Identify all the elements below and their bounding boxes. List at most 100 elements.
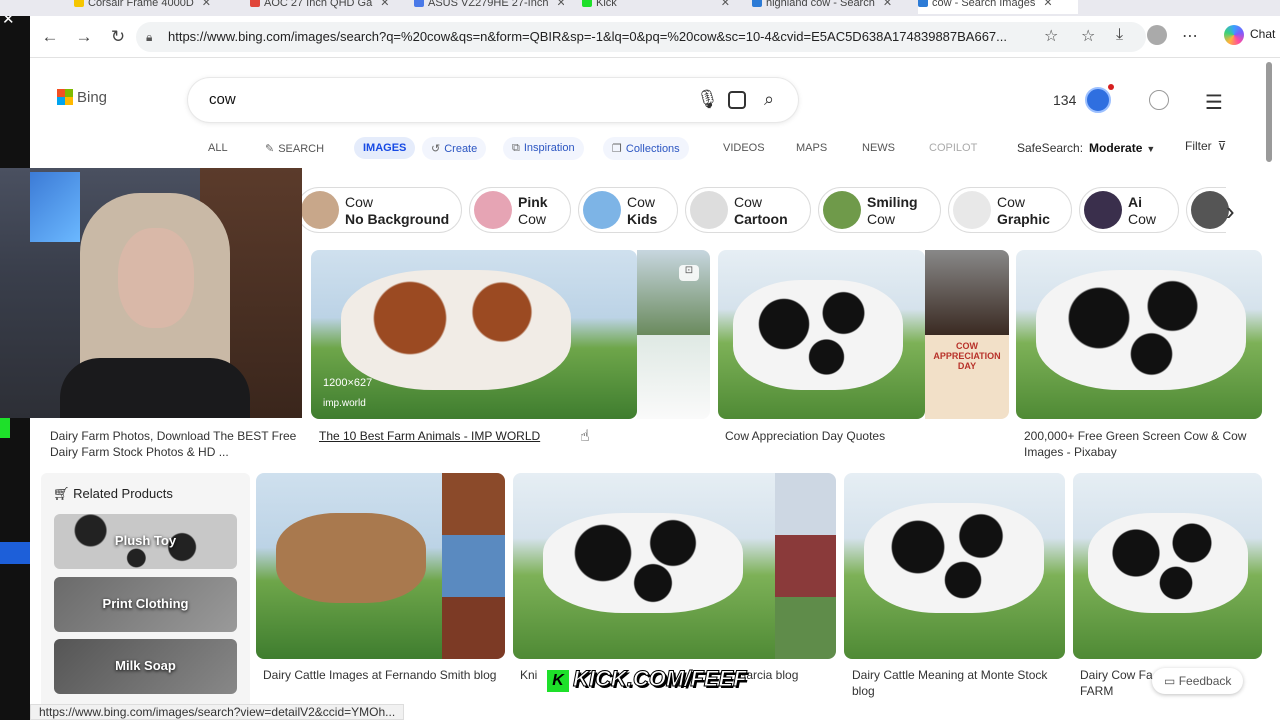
account-icon[interactable]: [1149, 90, 1169, 110]
chip-line2: Kids: [627, 211, 658, 227]
result-thumb-herd[interactable]: [442, 597, 505, 659]
rewards-points[interactable]: 134: [1053, 92, 1076, 108]
tab-close-icon[interactable]: ✕: [721, 0, 730, 9]
menu-icon[interactable]: ☰: [1205, 90, 1223, 115]
forward-icon[interactable]: →: [73, 26, 95, 48]
result-caption[interactable]: Cow Appreciation Day Quotes: [725, 428, 985, 444]
chevron-right-icon[interactable]: ›: [1226, 196, 1235, 227]
result-caption[interactable]: Dairy Cow Fa: [1080, 667, 1153, 683]
filter-label: Filter: [1185, 139, 1212, 153]
result-thumb-show-cow[interactable]: [775, 473, 836, 535]
scope-inspiration[interactable]: ⧉ Inspiration: [503, 137, 584, 160]
result-caption[interactable]: 200,000+ Free Green Screen Cow & Cow Ima…: [1024, 428, 1260, 460]
result-thumb-cow-face[interactable]: [925, 250, 1009, 335]
result-thumb-appreciation-day[interactable]: COW APPRECIATION DAY: [925, 335, 1009, 419]
scope-all[interactable]: ALL: [208, 142, 228, 154]
scope-maps[interactable]: MAPS: [796, 142, 827, 154]
result-caption[interactable]: Dairy Cattle Meaning at Monte Stock blog: [852, 667, 1062, 699]
chip-pink-cow[interactable]: Pink Cow: [469, 187, 571, 233]
tab-close-icon[interactable]: ✕: [883, 0, 892, 9]
result-caption[interactable]: The 10 Best Farm Animals - IMP WORLD: [319, 428, 579, 444]
result-thumb-chickens[interactable]: [637, 335, 710, 419]
product-print-clothing[interactable]: Print Clothing: [54, 577, 237, 632]
filter-button[interactable]: Filter ⊽: [1185, 139, 1226, 153]
search-sparkle-icon: ✎: [265, 143, 275, 155]
more-icon[interactable]: ⋯: [1182, 26, 1198, 46]
url-input[interactable]: 🔒︎ https://www.bing.com/images/search?q=…: [136, 22, 1146, 52]
result-thumb-brown-cow[interactable]: [442, 473, 505, 535]
profile-icon[interactable]: [1147, 25, 1167, 45]
favorite-star-icon[interactable]: ☆: [1044, 26, 1058, 46]
refresh-icon[interactable]: ↻: [107, 26, 129, 48]
search-box[interactable]: cow 🎙︎ ⌕: [188, 78, 798, 122]
result-thumb-red-cow[interactable]: [775, 535, 836, 597]
result-thumb-field-cow[interactable]: [775, 597, 836, 659]
tab-item[interactable]: Corsair Frame 4000D ✕: [74, 0, 234, 14]
scope-copilot[interactable]: COPILOT: [929, 142, 977, 154]
scope-images[interactable]: IMAGES: [354, 137, 416, 159]
result-caption[interactable]: FARM: [1080, 683, 1113, 699]
search-icon[interactable]: ⌕: [764, 89, 774, 110]
back-icon[interactable]: ←: [39, 26, 61, 48]
product-milk-soap[interactable]: Milk Soap: [54, 639, 237, 694]
result-image-green-screen-cow[interactable]: [1016, 250, 1262, 419]
filter-icon: ⊽: [1217, 139, 1227, 153]
rewards-icon[interactable]: [1085, 87, 1111, 113]
visual-search-icon[interactable]: [728, 91, 746, 109]
tab-item[interactable]: ASUS VZ279HE 27-Inch ✕: [414, 0, 564, 14]
scrollbar[interactable]: [1266, 62, 1272, 162]
feedback-label: Feedback: [1178, 674, 1232, 688]
cow-shape: [864, 503, 1044, 613]
result-image-farm-animals[interactable]: [311, 250, 637, 419]
tab-item[interactable]: AOC 27 Inch QHD Ga ✕: [250, 0, 400, 14]
result-image-holstein[interactable]: [513, 473, 775, 659]
result-caption[interactable]: Dairy Cattle Images at Fernando Smith bl…: [263, 667, 503, 683]
chip-cow-cartoon[interactable]: Cow Cartoon: [685, 187, 811, 233]
chip-cow-kids[interactable]: Cow Kids: [578, 187, 678, 233]
tab-close-icon[interactable]: ✕: [380, 0, 389, 9]
safesearch-dropdown[interactable]: SafeSearch: Moderate ▼: [1017, 141, 1155, 155]
scope-videos[interactable]: VIDEOS: [723, 142, 765, 154]
visual-search-icon[interactable]: ⊡: [679, 265, 699, 281]
feedback-button[interactable]: ▭ Feedback: [1152, 668, 1244, 694]
chip-line2: Cow: [1128, 211, 1157, 227]
tab-close-icon[interactable]: ✕: [556, 0, 564, 9]
result-caption[interactable]: Kni: [520, 667, 537, 683]
chat-button[interactable]: Chat: [1224, 25, 1275, 45]
chip-line1: Cow: [345, 194, 374, 210]
scope-create[interactable]: ↺ Create: [422, 137, 487, 160]
microphone-icon[interactable]: 🎙︎: [696, 89, 719, 110]
image-source[interactable]: imp.world: [323, 398, 366, 409]
scope-news[interactable]: NEWS: [862, 142, 895, 154]
downloads-icon[interactable]: ⤓: [1116, 26, 1123, 44]
webcam-overlay: [0, 168, 302, 418]
scope-search[interactable]: ✎ SEARCH: [265, 142, 324, 155]
scope-collections[interactable]: ❐ Collections: [603, 137, 689, 160]
tab-label: highland cow - Search: [766, 0, 875, 9]
result-image-dairy-cattle[interactable]: [256, 473, 442, 659]
chip-ai-cow[interactable]: Ai Cow: [1079, 187, 1179, 233]
lock-icon[interactable]: 🔒︎: [146, 30, 160, 44]
result-thumb-sheep[interactable]: [637, 250, 710, 335]
chip-partial[interactable]: [1186, 187, 1229, 233]
result-caption[interactable]: Dairy Farm Photos, Download The BEST Fre…: [50, 428, 300, 460]
tab-close-icon[interactable]: ✕: [202, 0, 211, 9]
result-image-cow-appreciation[interactable]: [718, 250, 925, 419]
tab-item[interactable]: highland cow - Search ✕: [752, 0, 907, 14]
bing-logo[interactable]: Bing: [57, 89, 107, 106]
product-plush-toy[interactable]: Plush Toy: [54, 514, 237, 569]
tab-item[interactable]: Kick ✕: [582, 0, 737, 14]
result-image-dairy-cattle-meaning[interactable]: [844, 473, 1065, 659]
favorites-icon[interactable]: ☆: [1081, 26, 1095, 46]
chip-cow-no-background[interactable]: Cow No Background: [296, 187, 462, 233]
tab-strip: Corsair Frame 4000D ✕ AOC 27 Inch QHD Ga ✕…: [0, 0, 1280, 16]
webcam-person-body: [60, 358, 250, 418]
search-input[interactable]: cow: [209, 91, 236, 108]
tab-item-active[interactable]: cow - Search Images ✕: [918, 0, 1078, 14]
copilot-icon: [1224, 25, 1244, 45]
chip-cow-graphic[interactable]: Cow Graphic: [948, 187, 1072, 233]
result-thumb-cow-portrait[interactable]: [442, 535, 505, 597]
tab-close-icon[interactable]: ✕: [1043, 0, 1052, 9]
result-image-dairy-cow-farm[interactable]: [1073, 473, 1262, 659]
chip-smiling-cow[interactable]: Smiling Cow: [818, 187, 941, 233]
